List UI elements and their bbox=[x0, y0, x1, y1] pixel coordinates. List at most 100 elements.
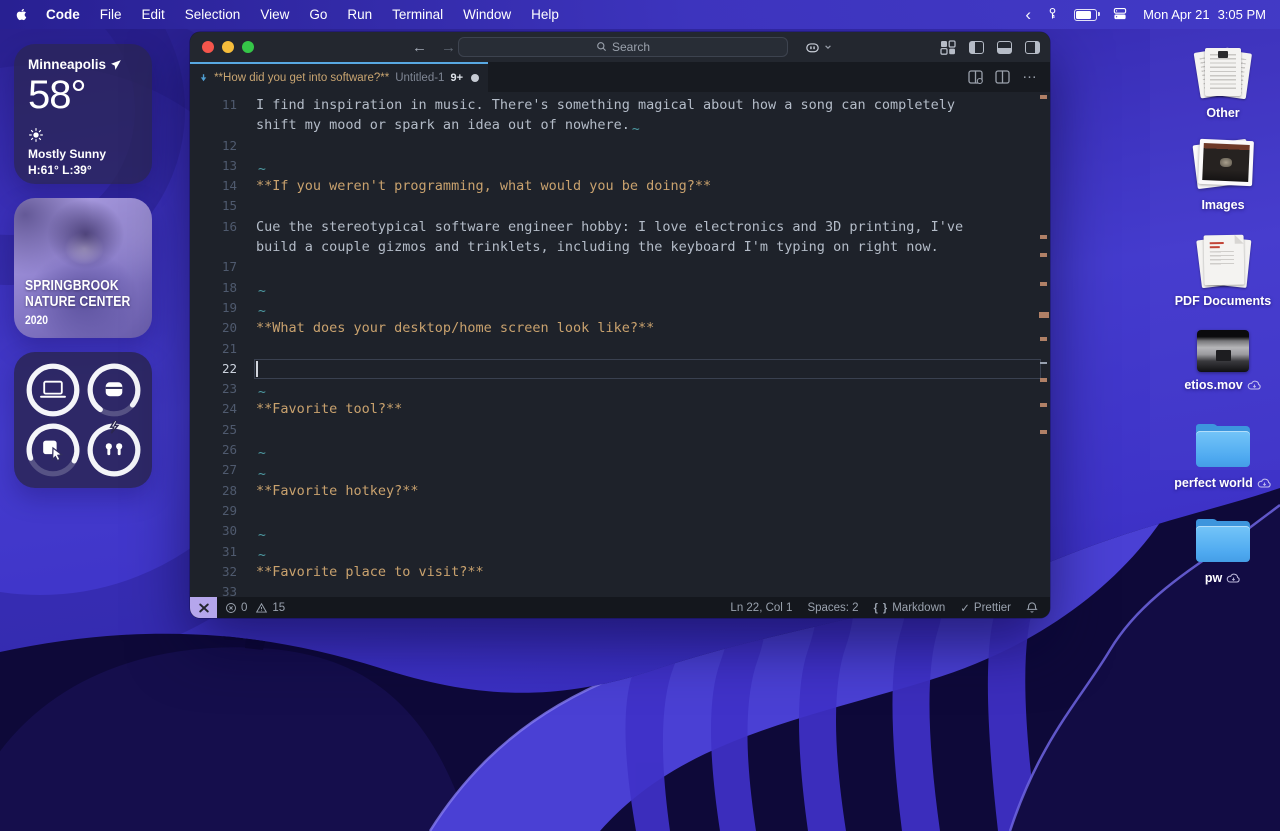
split-editor-grid-icon[interactable] bbox=[968, 70, 983, 84]
editor-line-33[interactable]: 33 bbox=[190, 582, 1050, 597]
indentation[interactable]: Spaces: 2 bbox=[807, 602, 858, 614]
editor-line-20[interactable]: 20**What does your desktop/home screen l… bbox=[190, 318, 1050, 338]
icon-label: pw bbox=[1205, 571, 1222, 585]
editor-line-27[interactable]: 27~ bbox=[190, 460, 1050, 480]
remote-indicator-button[interactable] bbox=[190, 597, 217, 618]
batteries-widget[interactable] bbox=[14, 352, 152, 488]
editor-line-23[interactable]: 23~ bbox=[190, 379, 1050, 399]
toggle-secondary-sidebar-icon[interactable] bbox=[1025, 41, 1040, 54]
menu-run[interactable]: Run bbox=[337, 7, 382, 22]
code-text: **Favorite tool?** bbox=[256, 399, 402, 419]
editor-line-19[interactable]: 19~ bbox=[190, 298, 1050, 318]
customize-layout-icon[interactable] bbox=[940, 40, 956, 55]
braces-icon: { } bbox=[874, 602, 889, 614]
line-number: 19 bbox=[190, 298, 237, 318]
editor-line-21[interactable]: 21 bbox=[190, 339, 1050, 359]
documents-stack-icon bbox=[1191, 46, 1255, 100]
unsaved-changes-dot[interactable] bbox=[471, 74, 479, 82]
toggle-panel-icon[interactable] bbox=[997, 41, 1012, 54]
line-number: 21 bbox=[190, 339, 237, 359]
editor-line-14[interactable]: 14**If you weren't programming, what wou… bbox=[190, 176, 1050, 196]
editor-line-32[interactable]: 32**Favorite place to visit?** bbox=[190, 562, 1050, 582]
markdown-file-icon bbox=[199, 72, 208, 84]
editor-line-15[interactable]: 15 bbox=[190, 196, 1050, 216]
editor-line-30[interactable]: 30~ bbox=[190, 521, 1050, 541]
menu-view[interactable]: View bbox=[250, 7, 299, 22]
editor-line-31[interactable]: 31~ bbox=[190, 542, 1050, 562]
line-number: 33 bbox=[190, 582, 237, 597]
command-center-search[interactable]: Search bbox=[458, 37, 788, 57]
overview-ruler[interactable] bbox=[1038, 92, 1050, 597]
editor-line-wrap[interactable]: build a couple gizmos and trinklets, inc… bbox=[190, 237, 1050, 257]
editor-pane[interactable]: 11I find inspiration in music. There's s… bbox=[190, 92, 1050, 597]
key-icon[interactable] bbox=[1046, 6, 1059, 24]
toggle-primary-sidebar-icon[interactable] bbox=[969, 41, 984, 54]
menu-code[interactable]: Code bbox=[36, 7, 90, 22]
icon-label: perfect world bbox=[1174, 476, 1253, 490]
editor-line-12[interactable]: 12 bbox=[190, 136, 1050, 156]
editor-line-29[interactable]: 29 bbox=[190, 501, 1050, 521]
editor-line-24[interactable]: 24**Favorite tool?** bbox=[190, 399, 1050, 419]
editor-line-28[interactable]: 28**Favorite hotkey?** bbox=[190, 481, 1050, 501]
language-mode[interactable]: { } Markdown bbox=[874, 602, 946, 614]
notifications-bell-icon[interactable] bbox=[1026, 601, 1038, 614]
editor-line-25[interactable]: 25 bbox=[190, 420, 1050, 440]
desktop-folder-perfect-world[interactable]: perfect world bbox=[1158, 424, 1280, 490]
apple-menu-icon[interactable] bbox=[14, 7, 30, 23]
cursor-position[interactable]: Ln 22, Col 1 bbox=[730, 602, 792, 614]
code-text: **Favorite place to visit?** bbox=[256, 562, 484, 582]
problems-button[interactable]: 0 15 bbox=[225, 602, 285, 614]
desktop-folder-pw[interactable]: pw bbox=[1158, 519, 1280, 585]
chevron-down-icon bbox=[824, 43, 832, 51]
menu-selection[interactable]: Selection bbox=[175, 7, 251, 22]
more-actions-icon[interactable]: … bbox=[1022, 74, 1038, 81]
weather-widget[interactable]: Minneapolis 58° Mostly Sunny H:61° L:39° bbox=[14, 44, 152, 184]
minimize-window-button[interactable] bbox=[222, 41, 234, 53]
close-window-button[interactable] bbox=[202, 41, 214, 53]
sun-icon bbox=[28, 127, 138, 143]
desktop-file-etios-mov[interactable]: etios.mov bbox=[1158, 330, 1280, 392]
menu-window[interactable]: Window bbox=[453, 7, 521, 22]
desktop-stack-other[interactable]: Other bbox=[1158, 46, 1280, 120]
photo-title-line1: SPRINGBROOK bbox=[25, 278, 130, 294]
menubar-clock[interactable]: Mon Apr 21 3:05 PM bbox=[1143, 7, 1266, 22]
icon-label: PDF Documents bbox=[1175, 294, 1272, 308]
ruler-warning-marker bbox=[1039, 312, 1049, 318]
menubar-date: Mon Apr 21 bbox=[1143, 7, 1210, 22]
battery-icon[interactable] bbox=[1074, 9, 1097, 21]
warnings-icon bbox=[255, 602, 268, 614]
editor-line-17[interactable]: 17 bbox=[190, 257, 1050, 277]
menu-go[interactable]: Go bbox=[299, 7, 337, 22]
desktop-stack-pdf-documents[interactable]: PDF Documents bbox=[1158, 234, 1280, 308]
menu-help[interactable]: Help bbox=[521, 7, 569, 22]
status-bar: 0 15 Ln 22, Col 1 Spaces: 2 { } Markdown… bbox=[190, 597, 1050, 618]
menubar-collapse-chevron-icon[interactable]: ‹ bbox=[1025, 6, 1031, 23]
menu-edit[interactable]: Edit bbox=[132, 7, 175, 22]
line-number: 11 bbox=[190, 95, 237, 115]
ruler-warning-marker bbox=[1040, 378, 1047, 382]
tab-untitled-1[interactable]: **How did you get into software?** Untit… bbox=[190, 62, 488, 92]
editor-line-16[interactable]: 16Cue the stereotypical software enginee… bbox=[190, 217, 1050, 237]
ruler-warning-marker bbox=[1040, 235, 1047, 239]
display-icon[interactable] bbox=[1112, 6, 1128, 24]
formatter-status[interactable]: ✓ Prettier bbox=[960, 601, 1011, 615]
editor-line-13[interactable]: 13~ bbox=[190, 156, 1050, 176]
zoom-window-button[interactable] bbox=[242, 41, 254, 53]
editor-line-wrap[interactable]: shift my mood or spark an idea out of no… bbox=[190, 115, 1050, 135]
copilot-menu-button[interactable] bbox=[804, 32, 832, 62]
menu-terminal[interactable]: Terminal bbox=[382, 7, 453, 22]
navigate-back-button[interactable]: ← bbox=[412, 39, 427, 56]
editor-line-26[interactable]: 26~ bbox=[190, 440, 1050, 460]
menu-file[interactable]: File bbox=[90, 7, 132, 22]
navigate-forward-button[interactable]: → bbox=[441, 39, 456, 56]
editor-line-22[interactable]: 22 bbox=[190, 359, 1050, 379]
window-titlebar[interactable]: ← → Search bbox=[190, 32, 1050, 62]
current-line-highlight bbox=[254, 359, 1041, 379]
weather-high-low: H:61° L:39° bbox=[28, 163, 138, 177]
line-number: 17 bbox=[190, 257, 237, 277]
editor-line-11[interactable]: 11I find inspiration in music. There's s… bbox=[190, 95, 1050, 115]
split-editor-icon[interactable] bbox=[995, 70, 1010, 84]
editor-line-18[interactable]: 18~ bbox=[190, 278, 1050, 298]
photo-widget[interactable]: SPRINGBROOK NATURE CENTER 2020 bbox=[14, 198, 152, 338]
desktop-stack-images[interactable]: Images bbox=[1158, 138, 1280, 212]
